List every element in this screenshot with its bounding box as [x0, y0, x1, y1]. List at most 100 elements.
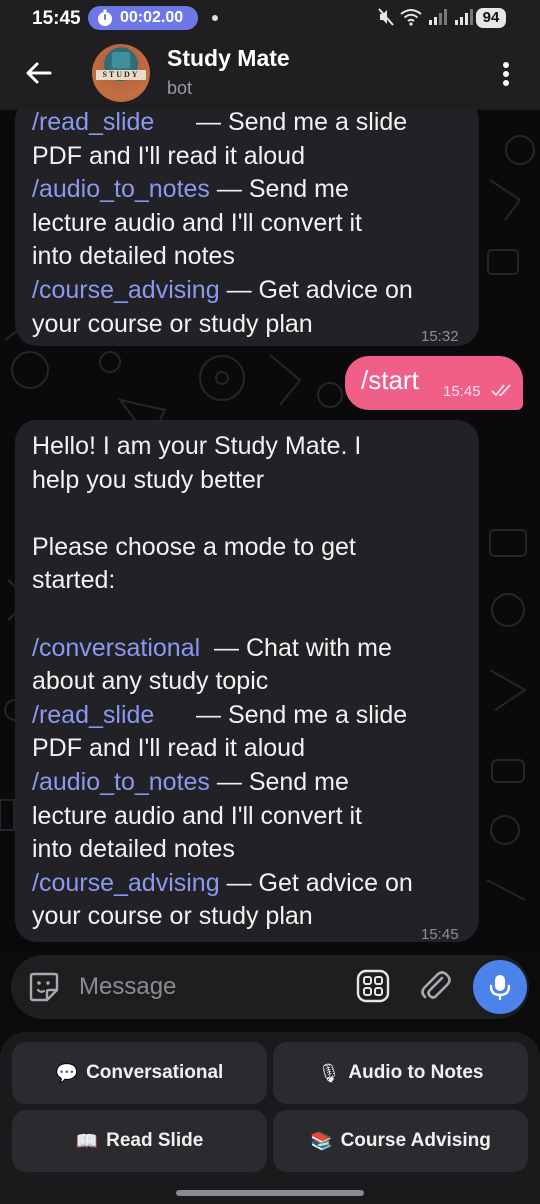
- message-line: PDF and I'll read it aloud: [32, 732, 413, 766]
- command-link[interactable]: /read_slide: [32, 701, 154, 729]
- bot-keyboard-icon[interactable]: [355, 968, 391, 1004]
- message-line: /audio_to_notes — Send me: [32, 766, 413, 800]
- mute-icon: [378, 8, 394, 26]
- line-text: your course or study plan: [32, 902, 313, 931]
- line-text: help you study better: [32, 465, 265, 494]
- sticker-emoji-icon[interactable]: [27, 970, 61, 1004]
- chat-area[interactable]: /read_slide — Send me a slide PDF and I'…: [0, 110, 540, 950]
- line-text: started:: [32, 566, 116, 595]
- status-bar: 15:45 00:02.00 94: [0, 0, 540, 36]
- message-line: /read_slide — Send me a slide: [32, 699, 413, 733]
- back-arrow-icon[interactable]: [22, 56, 56, 90]
- command-link[interactable]: /course_advising: [32, 276, 220, 304]
- button-label: Read Slide: [106, 1130, 204, 1151]
- book-image: [112, 52, 130, 68]
- call-timer-pill[interactable]: 00:02.00: [88, 6, 198, 30]
- signal-icon-1: [429, 9, 447, 25]
- double-check-icon: [491, 384, 511, 397]
- battery-level: 94: [476, 8, 506, 28]
- message-line: started:: [32, 564, 413, 598]
- message-line: Hello! I am your Study Mate. I: [32, 430, 413, 464]
- books-icon: 📚: [310, 1130, 333, 1152]
- timer-text: 00:02.00: [120, 9, 184, 26]
- outgoing-text: /start: [361, 365, 419, 395]
- message-line: your course or study plan: [32, 308, 413, 342]
- line-text: lecture audio and I'll convert it: [32, 208, 362, 237]
- line-text: into detailed notes: [32, 835, 235, 864]
- line-text: Please choose a mode to get: [32, 532, 356, 561]
- command-link[interactable]: /read_slide: [32, 110, 154, 136]
- line-text: PDF and I'll read it aloud: [32, 141, 305, 170]
- notification-dot-icon: [212, 15, 218, 21]
- voice-record-button[interactable]: [473, 960, 527, 1014]
- message-line: [32, 497, 413, 531]
- line-text: PDF and I'll read it aloud: [32, 734, 305, 763]
- line-text: — Send me: [209, 767, 349, 796]
- microphone-icon: 🎙: [317, 1062, 341, 1084]
- message-line: /conversational — Chat with me: [32, 632, 413, 666]
- bot-reply-keyboard: 💬 Conversational 🎙 Audio to Notes 📖 Read…: [0, 1032, 540, 1204]
- line-text: into detailed notes: [32, 242, 235, 271]
- avatar-text: STUDY: [96, 70, 146, 80]
- message-line: [32, 598, 413, 632]
- line-text: — Get advice on: [219, 868, 413, 897]
- home-indicator[interactable]: [176, 1190, 364, 1196]
- message-composer: [11, 955, 529, 1019]
- open-book-icon: 📖: [75, 1130, 99, 1152]
- message-line: into detailed notes: [32, 240, 413, 274]
- message-input[interactable]: [79, 971, 329, 1003]
- message-line: your course or study plan: [32, 900, 413, 934]
- wifi-icon: [400, 9, 422, 26]
- avatar[interactable]: STUDY: [92, 44, 150, 102]
- status-time: 15:45: [32, 8, 81, 29]
- course-advising-button[interactable]: 📚 Course Advising: [273, 1110, 528, 1172]
- chat-title[interactable]: Study Mate: [167, 45, 290, 72]
- line-text: Hello! I am your Study Mate. I: [32, 432, 362, 460]
- speech-balloon-icon: 💬: [55, 1062, 79, 1084]
- chat-subtitle: bot: [167, 78, 193, 98]
- command-link[interactable]: /audio_to_notes: [32, 768, 210, 796]
- line-text: lecture audio and I'll convert it: [32, 801, 362, 830]
- message-line: help you study better: [32, 464, 413, 498]
- command-link[interactable]: /conversational: [32, 634, 200, 662]
- message-time: 15:32: [421, 328, 459, 345]
- message-line: into detailed notes: [32, 833, 413, 867]
- stopwatch-icon: [98, 9, 112, 26]
- line-text: — Chat with me: [207, 633, 392, 662]
- attach-paperclip-icon[interactable]: [417, 968, 453, 1004]
- message-line: /course_advising — Get advice on: [32, 274, 413, 308]
- conversational-button[interactable]: 💬 Conversational: [12, 1042, 267, 1104]
- line-text: your course or study plan: [32, 309, 313, 338]
- button-label: Audio to Notes: [348, 1062, 484, 1083]
- chat-header: STUDY Study Mate bot: [0, 36, 540, 110]
- message-body: Hello! I am your Study Mate. I help you …: [32, 430, 413, 934]
- message-time: 15:45: [421, 926, 459, 943]
- message-line: about any study topic: [32, 665, 413, 699]
- message-line: /read_slide — Send me a slide: [32, 110, 413, 140]
- audio-to-notes-button[interactable]: 🎙 Audio to Notes: [273, 1042, 528, 1104]
- button-label: Conversational: [86, 1062, 224, 1083]
- more-vertical-icon[interactable]: [494, 58, 518, 90]
- microphone-icon: [489, 975, 511, 1001]
- command-link[interactable]: /audio_to_notes: [32, 175, 210, 203]
- message-line: /audio_to_notes — Send me: [32, 173, 413, 207]
- message-line: lecture audio and I'll convert it: [32, 207, 413, 241]
- message-body: /read_slide — Send me a slide PDF and I'…: [32, 110, 413, 341]
- message-time: 15:45: [443, 383, 481, 400]
- line-text: — Send me a slide: [189, 110, 408, 136]
- line-text: — Get advice on: [219, 275, 413, 304]
- read-slide-button[interactable]: 📖 Read Slide: [12, 1110, 267, 1172]
- message-line: lecture audio and I'll convert it: [32, 800, 413, 834]
- message-line: PDF and I'll read it aloud: [32, 140, 413, 174]
- system-icons: [378, 8, 474, 26]
- button-label: Course Advising: [340, 1130, 491, 1151]
- message-line: /course_advising — Get advice on: [32, 867, 413, 901]
- line-text: — Send me a slide: [189, 700, 408, 729]
- command-link[interactable]: /course_advising: [32, 869, 220, 897]
- incoming-message-1[interactable]: /read_slide — Send me a slide PDF and I'…: [15, 110, 479, 346]
- signal-icon-2: [455, 9, 473, 25]
- incoming-message-2[interactable]: Hello! I am your Study Mate. I help you …: [15, 420, 479, 943]
- outgoing-message[interactable]: /start 15:45: [345, 356, 523, 410]
